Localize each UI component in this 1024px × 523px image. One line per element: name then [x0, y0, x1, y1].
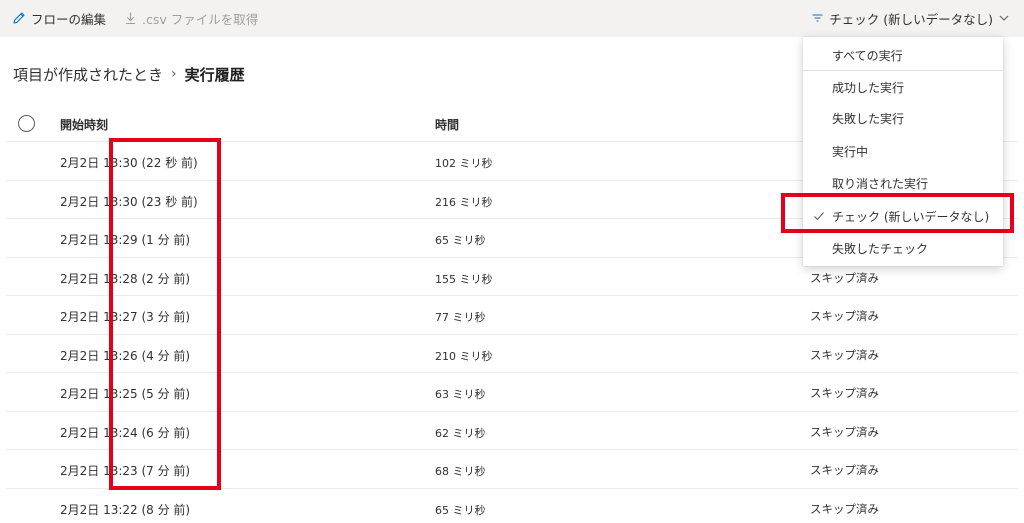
status-cell: スキップ済み — [810, 501, 879, 516]
status-cell: スキップ済み — [810, 463, 879, 477]
column-header-start-time[interactable]: 開始時刻 — [60, 116, 108, 133]
duration-cell: 62 ミリ秒 — [435, 426, 486, 440]
chevron-down-icon — [998, 12, 1010, 24]
get-csv-label: .csv ファイルを取得 — [142, 11, 259, 27]
duration-cell: 210 ミリ秒 — [435, 349, 493, 363]
table-row[interactable]: 2月2日 13:22 (8 分 前) 65 ミリ秒 スキップ済み — [6, 489, 1018, 523]
menu-item-running[interactable]: 実行中 — [803, 136, 1003, 166]
status-cell: スキップ済み — [810, 309, 879, 323]
menu-item-failed-runs[interactable]: 失敗した実行 — [803, 103, 1003, 133]
status-cell: スキップ済み — [810, 386, 879, 400]
highlight-box-start-times — [109, 138, 221, 490]
status-cell: スキップ済み — [810, 270, 879, 285]
duration-cell: 65 ミリ秒 — [435, 234, 486, 247]
menu-item-failed-checks[interactable]: 失敗したチェック — [803, 233, 1003, 263]
menu-item-succeeded-runs[interactable]: 成功した実行 — [803, 72, 1003, 102]
page-title: 実行履歴 — [184, 65, 245, 84]
status-cell: スキップ済み — [810, 347, 879, 362]
duration-cell: 68 ミリ秒 — [435, 465, 486, 478]
breadcrumb: 項目が作成されたとき › 実行履歴 — [13, 63, 245, 85]
duration-cell: 63 ミリ秒 — [435, 388, 486, 401]
menu-divider — [803, 70, 1003, 71]
duration-cell: 216 ミリ秒 — [435, 195, 493, 209]
edit-flow-button[interactable]: フローの編集 — [12, 9, 106, 27]
column-header-duration[interactable]: 時間 — [435, 116, 459, 133]
duration-cell: 65 ミリ秒 — [435, 503, 486, 517]
status-cell: スキップ済み — [810, 424, 879, 439]
duration-cell: 77 ミリ秒 — [435, 311, 486, 324]
get-csv-button[interactable]: .csv ファイルを取得 — [124, 9, 258, 27]
highlight-box-selected-filter — [781, 193, 1014, 233]
select-all-radio[interactable] — [18, 115, 35, 132]
edit-flow-label: フローの編集 — [31, 11, 107, 27]
pencil-icon — [12, 11, 26, 25]
duration-cell: 155 ミリ秒 — [435, 272, 493, 286]
filter-dropdown-button[interactable]: チェック (新しいデータなし) — [811, 9, 1010, 27]
breadcrumb-separator: › — [171, 66, 177, 82]
download-icon — [124, 11, 137, 25]
start-time-cell[interactable]: 2月2日 13:22 (8 分 前) — [60, 501, 190, 518]
filter-icon — [811, 12, 824, 24]
command-bar: フローの編集 .csv ファイルを取得 チェック (新しいデータなし) — [0, 0, 1024, 37]
filter-label: チェック (新しいデータなし) — [829, 11, 993, 27]
menu-item-all-runs[interactable]: すべての実行 — [803, 40, 1003, 70]
breadcrumb-flow-link[interactable]: 項目が作成されたとき — [13, 64, 163, 85]
duration-cell: 102 ミリ秒 — [435, 157, 493, 170]
